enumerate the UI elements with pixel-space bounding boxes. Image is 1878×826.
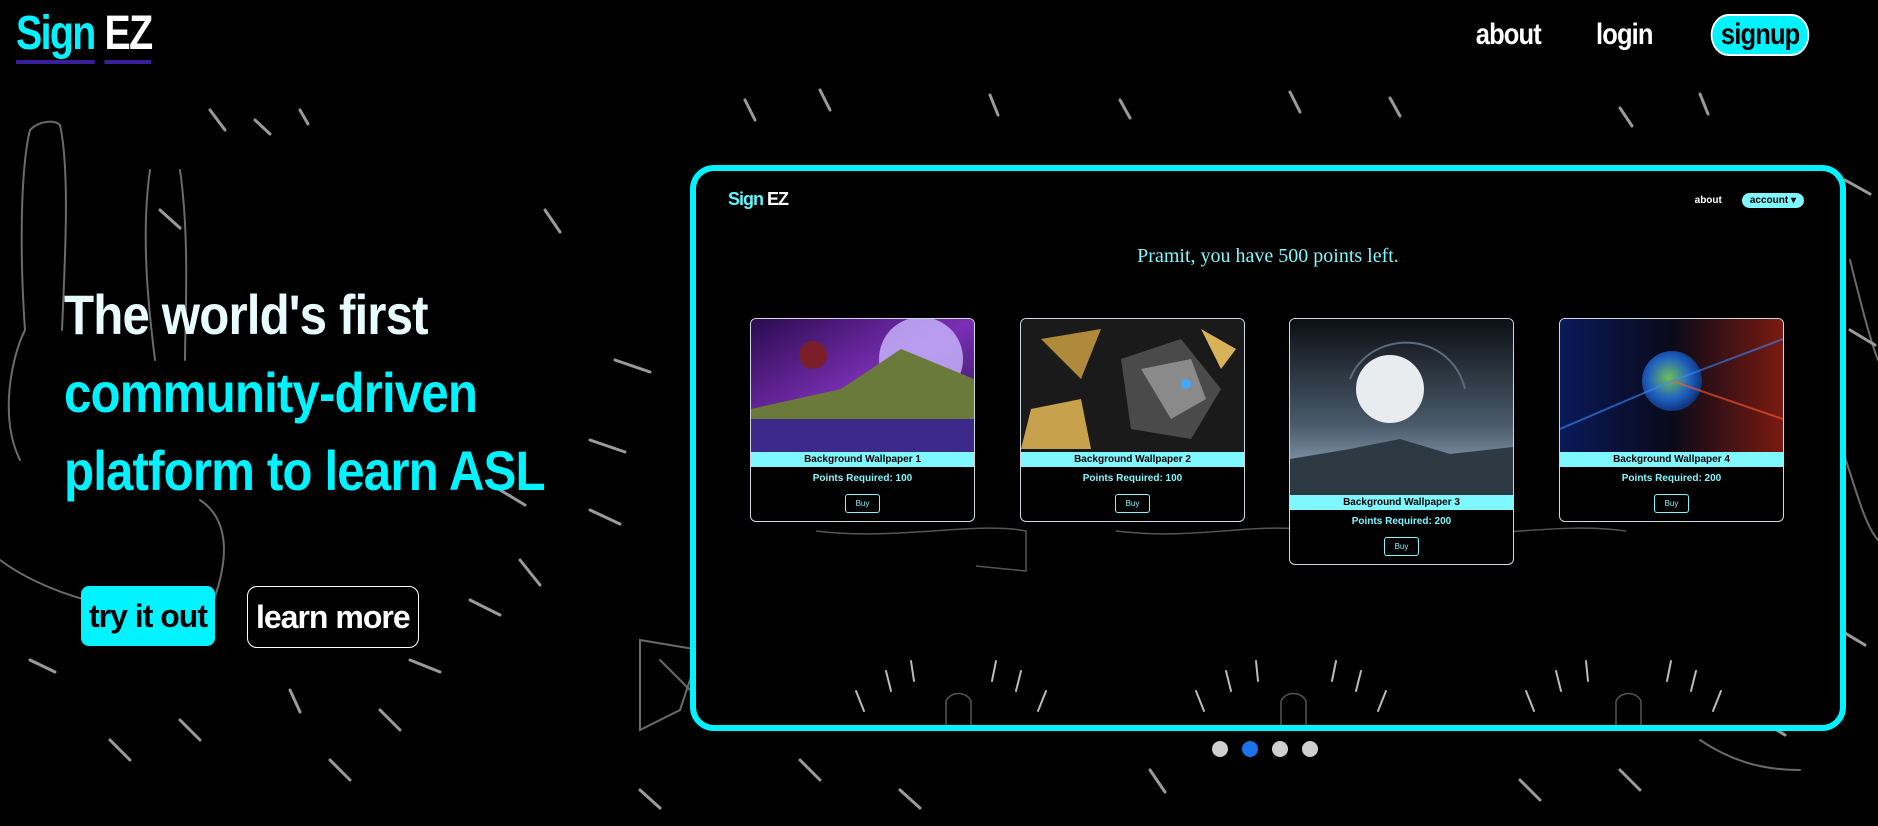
hero-line-1: The world's first xyxy=(64,283,429,346)
carousel-indicators xyxy=(1212,741,1318,757)
try-it-out-button[interactable]: try it out xyxy=(81,586,215,646)
carousel-dot-3[interactable] xyxy=(1272,741,1288,757)
buy-button[interactable]: Buy xyxy=(1383,537,1420,556)
wallpaper-2-image xyxy=(1021,319,1244,452)
points-required: Points Required: 100 xyxy=(1082,473,1183,484)
logo-ez-text: EZ xyxy=(104,7,153,64)
buy-button[interactable]: Buy xyxy=(1114,494,1151,513)
wallpaper-card: Background Wallpaper 2 Points Required: … xyxy=(1020,318,1245,522)
hero-line-2: community-driven xyxy=(64,361,478,424)
nav-signup-button[interactable]: signup xyxy=(1710,14,1810,56)
buy-button[interactable]: Buy xyxy=(844,494,881,513)
nav-about-link[interactable]: about xyxy=(1476,18,1542,52)
points-required: Points Required: 200 xyxy=(1621,473,1722,484)
carousel-dot-2[interactable] xyxy=(1242,741,1258,757)
wallpaper-card: Background Wallpaper 4 Points Required: … xyxy=(1559,318,1784,522)
wallpaper-card: Background Wallpaper 1 Points Required: … xyxy=(750,318,975,522)
site-logo[interactable]: Sign EZ xyxy=(16,6,153,64)
nav-login-link[interactable]: login xyxy=(1596,18,1654,52)
wallpaper-4-image xyxy=(1560,319,1783,452)
logo-sign-text: Sign xyxy=(16,7,96,64)
wallpaper-title: Background Wallpaper 4 xyxy=(1560,452,1783,467)
wallpaper-card: Background Wallpaper 3 Points Required: … xyxy=(1289,318,1514,565)
buy-button[interactable]: Buy xyxy=(1653,494,1690,513)
app-preview-frame: Sign EZ about account ▾ Pramit, you have… xyxy=(690,165,1846,731)
wallpaper-title: Background Wallpaper 3 xyxy=(1290,495,1513,510)
wallpaper-3-image xyxy=(1290,319,1513,495)
carousel-dot-4[interactable] xyxy=(1302,741,1318,757)
points-required: Points Required: 100 xyxy=(812,473,913,484)
hero-heading: The world's first community-driven platf… xyxy=(64,276,592,510)
points-balance-message: Pramit, you have 500 points left. xyxy=(1137,245,1399,267)
top-nav: about login signup xyxy=(1470,14,1818,56)
points-required: Points Required: 200 xyxy=(1351,516,1452,527)
wallpaper-1-image xyxy=(751,319,974,452)
wallpaper-title: Background Wallpaper 1 xyxy=(751,452,974,467)
wallpaper-title: Background Wallpaper 2 xyxy=(1021,452,1244,467)
hero-heading-block: The world's first community-driven platf… xyxy=(64,276,664,510)
learn-more-button[interactable]: learn more xyxy=(246,586,419,648)
hero-line-3: platform to learn ASL xyxy=(64,439,546,502)
carousel-dot-1[interactable] xyxy=(1212,741,1228,757)
hero-cta-group: try it out learn more xyxy=(81,586,419,648)
